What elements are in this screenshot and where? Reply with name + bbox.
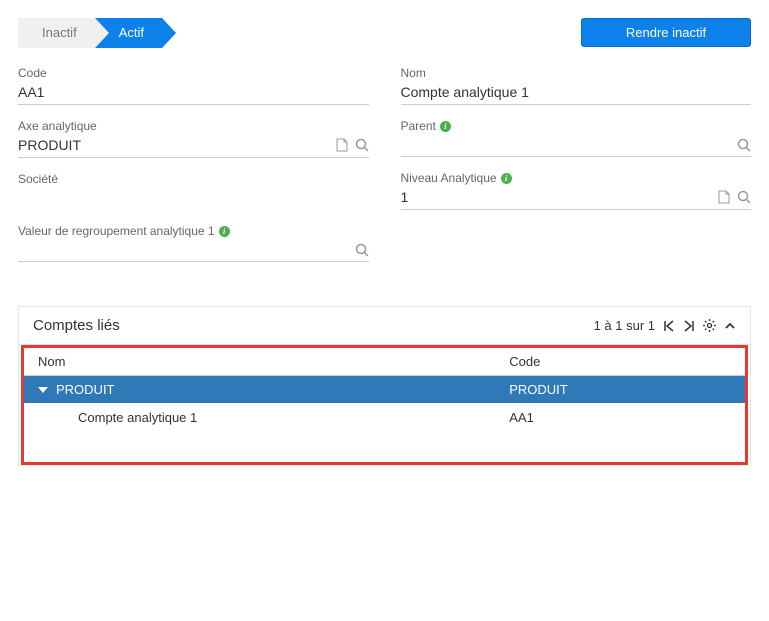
- label-societe: Société: [18, 172, 369, 186]
- label-regroup: Valeur de regroupement analytique 1: [18, 224, 215, 238]
- chevron-down-icon[interactable]: [38, 387, 48, 393]
- last-page-icon[interactable]: [683, 320, 695, 332]
- table-group-row[interactable]: PRODUIT PRODUIT: [24, 376, 745, 403]
- document-icon[interactable]: [717, 190, 731, 204]
- group-nom: PRODUIT: [56, 382, 115, 397]
- chevron-up-icon[interactable]: [724, 320, 736, 332]
- highlight-box: Nom Code PRODUIT PRODUIT Compte analytiq…: [21, 345, 748, 465]
- col-header-nom[interactable]: Nom: [38, 354, 509, 369]
- search-icon[interactable]: [737, 190, 751, 204]
- row-code: AA1: [509, 410, 731, 425]
- label-axe: Axe analytique: [18, 119, 369, 133]
- panel-title: Comptes liés: [33, 317, 120, 334]
- status-tab-inactive[interactable]: Inactif: [18, 18, 95, 48]
- info-icon[interactable]: i: [440, 121, 451, 132]
- table-row[interactable]: Compte analytique 1 AA1: [24, 403, 745, 432]
- gear-icon[interactable]: [703, 319, 716, 332]
- info-icon[interactable]: i: [501, 173, 512, 184]
- value-nom[interactable]: Compte analytique 1: [401, 84, 529, 100]
- label-parent: Parent: [401, 119, 436, 133]
- search-icon[interactable]: [355, 138, 369, 152]
- row-nom: Compte analytique 1: [38, 410, 509, 425]
- value-niveau[interactable]: 1: [401, 189, 409, 205]
- pager-text: 1 à 1 sur 1: [594, 318, 655, 333]
- first-page-icon[interactable]: [663, 320, 675, 332]
- status-tabs: Inactif Actif: [18, 18, 162, 48]
- group-code: PRODUIT: [509, 382, 731, 397]
- label-code: Code: [18, 66, 369, 80]
- value-code[interactable]: AA1: [18, 84, 44, 100]
- document-icon[interactable]: [335, 138, 349, 152]
- label-nom: Nom: [401, 66, 752, 80]
- search-icon[interactable]: [355, 243, 369, 257]
- info-icon[interactable]: i: [219, 226, 230, 237]
- col-header-code[interactable]: Code: [509, 354, 731, 369]
- value-axe[interactable]: PRODUIT: [18, 137, 81, 153]
- make-inactive-button[interactable]: Rendre inactif: [581, 18, 751, 47]
- label-niveau: Niveau Analytique: [401, 171, 497, 185]
- search-icon[interactable]: [737, 138, 751, 152]
- linked-accounts-panel: Comptes liés 1 à 1 sur 1 Nom Code P: [18, 306, 751, 466]
